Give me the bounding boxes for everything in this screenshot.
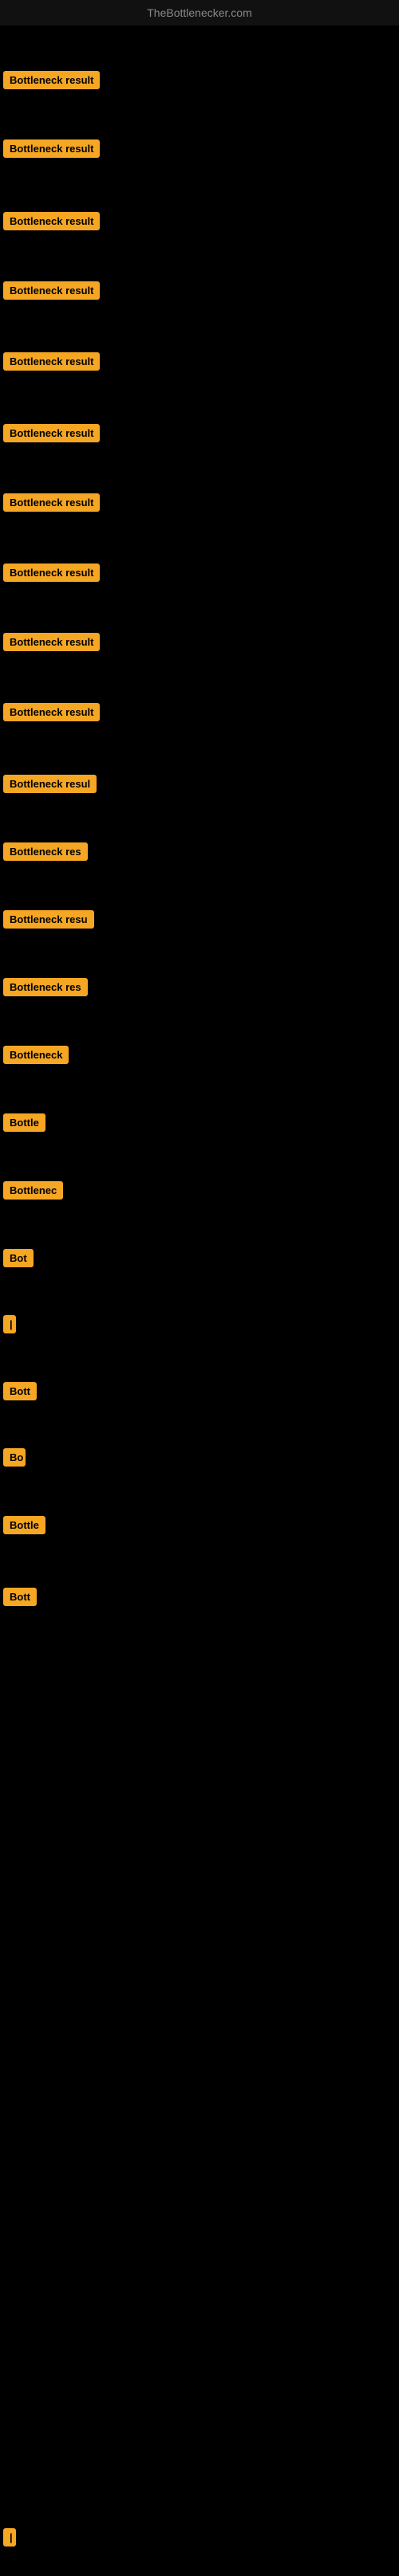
result-row-5: Bottleneck result [3, 352, 100, 375]
bottleneck-badge-8[interactable]: Bottleneck result [3, 564, 100, 582]
result-row-8: Bottleneck result [3, 564, 100, 586]
bottleneck-badge-18[interactable]: Bot [3, 1249, 34, 1267]
result-row-21: Bo [3, 1448, 26, 1471]
result-row-1: Bottleneck result [3, 71, 100, 93]
result-row-4: Bottleneck result [3, 281, 100, 304]
bottleneck-badge-5[interactable]: Bottleneck result [3, 352, 100, 371]
result-row-15: Bottleneck [3, 1046, 69, 1068]
result-row-19: | [3, 1315, 16, 1337]
bottleneck-badge-22[interactable]: Bottle [3, 1516, 45, 1534]
bottleneck-badge-13[interactable]: Bottleneck resu [3, 910, 94, 929]
result-row-14: Bottleneck res [3, 978, 88, 1000]
result-row-2: Bottleneck result [3, 139, 100, 162]
bottleneck-badge-10[interactable]: Bottleneck result [3, 703, 100, 721]
bottleneck-badge-11[interactable]: Bottleneck resul [3, 775, 97, 793]
result-row-24: | [3, 2528, 16, 2550]
result-row-9: Bottleneck result [3, 633, 100, 655]
result-row-22: Bottle [3, 1516, 45, 1538]
result-row-10: Bottleneck result [3, 703, 100, 725]
bottleneck-badge-2[interactable]: Bottleneck result [3, 139, 100, 158]
site-title: TheBottlenecker.com [0, 0, 399, 26]
bottleneck-badge-1[interactable]: Bottleneck result [3, 71, 100, 89]
result-row-17: Bottlenec [3, 1181, 63, 1204]
bottleneck-badge-14[interactable]: Bottleneck res [3, 978, 88, 996]
bottleneck-badge-12[interactable]: Bottleneck res [3, 842, 88, 861]
bottleneck-badge-15[interactable]: Bottleneck [3, 1046, 69, 1064]
bottleneck-badge-19[interactable]: | [3, 1315, 16, 1333]
bottleneck-badge-16[interactable]: Bottle [3, 1113, 45, 1132]
bottleneck-badge-24[interactable]: | [3, 2528, 16, 2547]
result-row-18: Bot [3, 1249, 34, 1271]
result-row-6: Bottleneck result [3, 424, 100, 446]
bottleneck-badge-9[interactable]: Bottleneck result [3, 633, 100, 651]
bottleneck-badge-20[interactable]: Bott [3, 1382, 37, 1400]
bottleneck-badge-21[interactable]: Bo [3, 1448, 26, 1467]
result-row-23: Bott [3, 1588, 37, 1610]
result-row-20: Bott [3, 1382, 37, 1404]
bottleneck-badge-4[interactable]: Bottleneck result [3, 281, 100, 300]
bottleneck-badge-23[interactable]: Bott [3, 1588, 37, 1606]
bottleneck-badge-3[interactable]: Bottleneck result [3, 212, 100, 230]
bottleneck-badge-17[interactable]: Bottlenec [3, 1181, 63, 1200]
result-row-12: Bottleneck res [3, 842, 88, 865]
result-row-13: Bottleneck resu [3, 910, 94, 933]
result-row-11: Bottleneck resul [3, 775, 97, 797]
bottleneck-badge-6[interactable]: Bottleneck result [3, 424, 100, 442]
result-row-7: Bottleneck result [3, 493, 100, 516]
bottleneck-badge-7[interactable]: Bottleneck result [3, 493, 100, 512]
result-row-3: Bottleneck result [3, 212, 100, 234]
result-row-16: Bottle [3, 1113, 45, 1136]
